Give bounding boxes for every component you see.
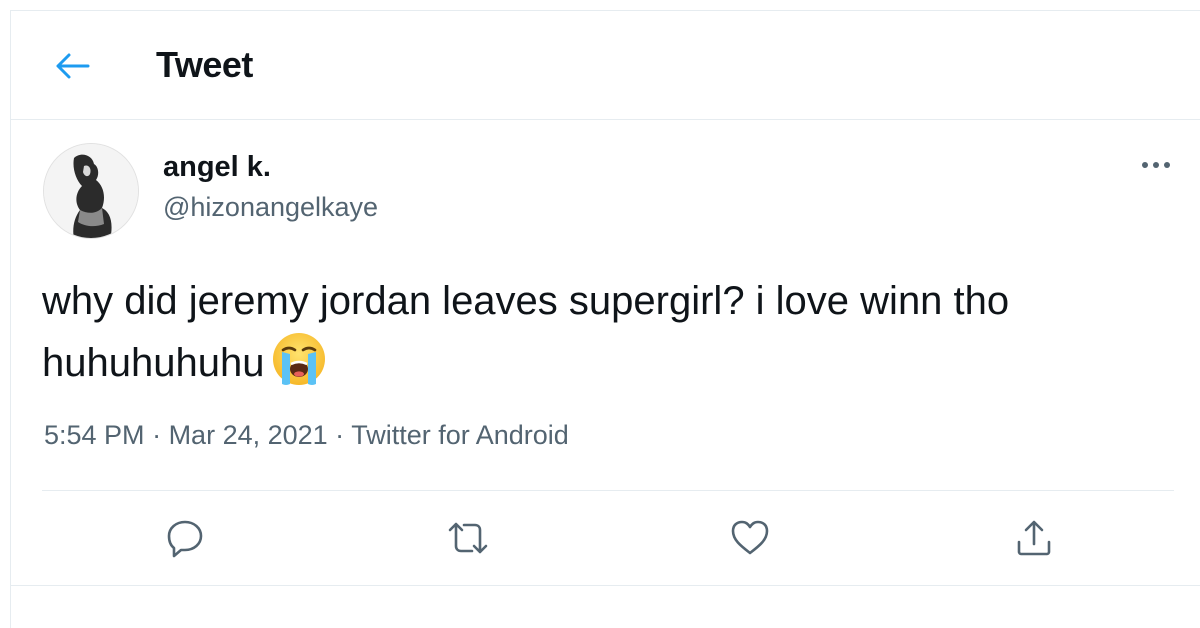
- heart-icon: [731, 520, 769, 555]
- loudly-crying-face-icon: [273, 333, 326, 385]
- arrow-left-icon: [56, 53, 90, 79]
- tweet-date[interactable]: Mar 24, 2021: [169, 420, 328, 450]
- author-display-name[interactable]: angel k.: [163, 151, 271, 184]
- profile-photo-icon: [44, 144, 138, 238]
- author-handle[interactable]: @hizonangelkaye: [163, 192, 378, 223]
- share-icon: [1017, 520, 1051, 556]
- share-button[interactable]: [1012, 516, 1056, 560]
- like-button[interactable]: [728, 516, 772, 560]
- retweet-icon: [448, 522, 488, 554]
- meta-separator: ·: [327, 420, 352, 450]
- divider: [42, 490, 1174, 491]
- tweet-body: why did jeremy jordan leaves supergirl? …: [42, 272, 1162, 392]
- avatar[interactable]: [43, 143, 139, 239]
- retweet-button[interactable]: [446, 516, 490, 560]
- more-options-button[interactable]: [1134, 150, 1178, 180]
- meta-separator: ·: [144, 420, 169, 450]
- tweet-time[interactable]: 5:54 PM: [44, 420, 145, 450]
- bottom-divider: [10, 585, 1200, 586]
- more-horizontal-icon: [1142, 162, 1170, 168]
- tweet-meta: 5:54 PM · Mar 24, 2021 · Twitter for And…: [44, 420, 569, 451]
- page-header: Tweet: [10, 10, 1200, 120]
- tweet-text: why did jeremy jordan leaves supergirl? …: [42, 279, 1010, 385]
- tweet-source[interactable]: Twitter for Android: [351, 420, 569, 450]
- reply-icon: [167, 520, 203, 558]
- back-button[interactable]: [52, 46, 92, 86]
- reply-button[interactable]: [163, 516, 207, 560]
- page-title: Tweet: [156, 44, 253, 85]
